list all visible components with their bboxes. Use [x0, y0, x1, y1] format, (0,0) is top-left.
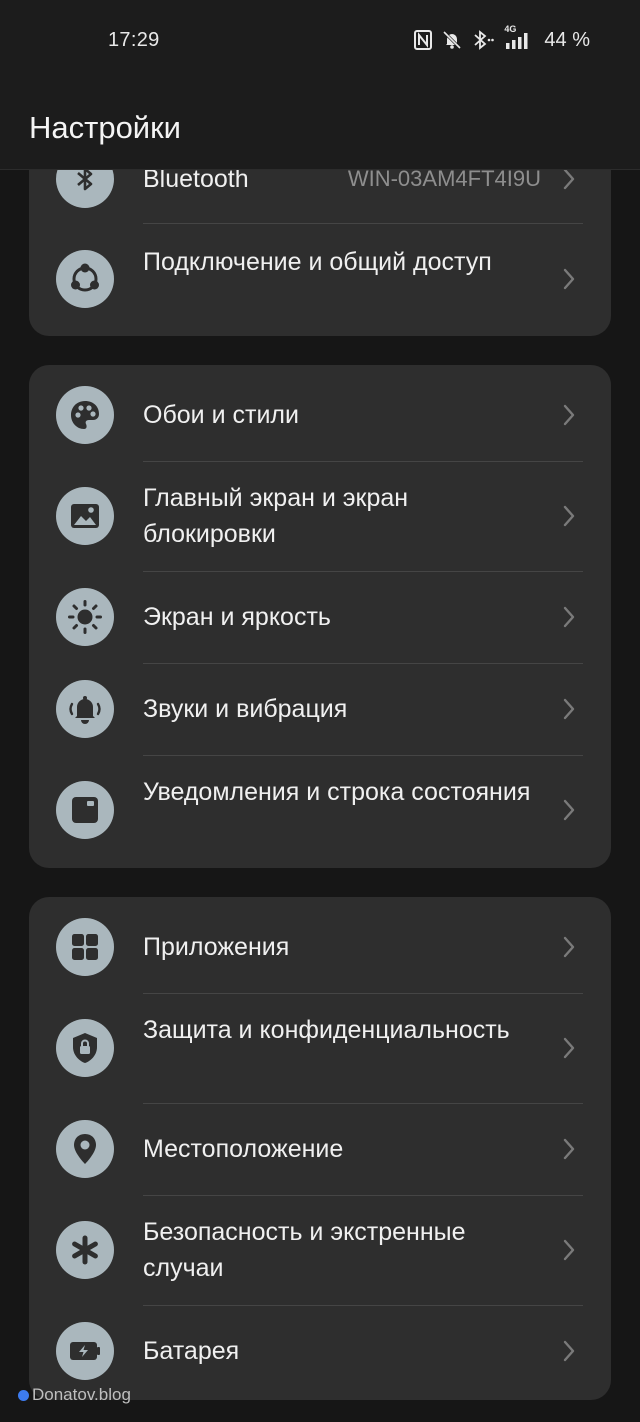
settings-item-wallpaper-styles[interactable]: Обои и стили	[29, 365, 611, 461]
settings-item-label: Обои и стили	[143, 401, 299, 429]
settings-item-label: Звуки и вибрация	[143, 695, 348, 723]
chevron-right-icon	[559, 1336, 579, 1366]
mute-notifications-icon	[442, 30, 462, 50]
image-icon	[56, 487, 114, 545]
settings-item-label: Подключение и общий доступ	[143, 248, 492, 276]
settings-item-label: Приложения	[143, 933, 290, 961]
settings-item-label: Батарея	[143, 1337, 240, 1365]
chevron-right-icon	[559, 170, 579, 194]
watermark: Donatov.blog	[18, 1385, 131, 1405]
settings-item-home-lock-screen[interactable]: Главный экран и экран блокировки	[29, 462, 611, 571]
location-pin-icon	[56, 1120, 114, 1178]
settings-item-label: Безопасность и экстренные случаи	[143, 1218, 466, 1282]
palette-icon	[56, 386, 114, 444]
chevron-right-icon	[559, 264, 579, 294]
settings-item-notifications-statusbar[interactable]: Уведомления и строка состояния	[29, 756, 611, 868]
bluetooth-icon	[56, 170, 114, 208]
shield-lock-icon	[56, 1019, 114, 1077]
title-bar: Настройки	[0, 82, 640, 170]
settings-item-label: Защита и конфиденциальность	[143, 1016, 510, 1044]
chevron-right-icon	[559, 501, 579, 531]
chevron-right-icon	[559, 1134, 579, 1164]
settings-group-display: Обои и стили Главный экран и экран блоки…	[29, 365, 611, 868]
signal-4g-icon: 4G	[504, 24, 532, 50]
watermark-dot-icon	[18, 1389, 29, 1401]
settings-item-label: Уведомления и строка состояния	[143, 778, 531, 806]
share-connection-icon	[56, 250, 114, 308]
watermark-text: Donatov.blog	[32, 1385, 131, 1404]
settings-item-label: Экран и яркость	[143, 603, 331, 631]
nfc-icon	[414, 30, 433, 50]
notification-icon	[56, 781, 114, 839]
apps-grid-icon	[56, 918, 114, 976]
status-time: 17:29	[108, 29, 160, 51]
page-title: Настройки	[29, 110, 182, 145]
settings-item-location[interactable]: Местоположение	[29, 1104, 611, 1195]
settings-group-system: Приложения Защита и конфиденциальность М…	[29, 897, 611, 1400]
settings-item-connection-sharing[interactable]: Подключение и общий доступ	[29, 224, 611, 336]
battery-percent: 44 %	[544, 28, 590, 51]
settings-item-protection-privacy[interactable]: Защита и конфиденциальность	[29, 994, 611, 1103]
brightness-icon	[56, 588, 114, 646]
settings-group-connectivity: Bluetooth WIN-03AM4FT4I9U Подключение и …	[29, 170, 611, 336]
settings-item-sounds-vibration[interactable]: Звуки и вибрация	[29, 664, 611, 755]
chevron-right-icon	[559, 1033, 579, 1063]
settings-item-label: Главный экран и экран блокировки	[143, 484, 409, 548]
chevron-right-icon	[559, 602, 579, 632]
bluetooth-icon	[472, 30, 495, 50]
settings-item-apps[interactable]: Приложения	[29, 897, 611, 993]
settings-item-display-brightness[interactable]: Экран и яркость	[29, 572, 611, 663]
network-type-label: 4G	[504, 24, 517, 34]
settings-item-value: WIN-03AM4FT4I9U	[347, 170, 541, 191]
chevron-right-icon	[559, 694, 579, 724]
status-bar: 17:29 4G 44 %	[0, 0, 640, 82]
settings-list[interactable]: Bluetooth WIN-03AM4FT4I9U Подключение и …	[0, 170, 640, 1422]
status-icons: 4G 44 %	[414, 24, 590, 53]
bell-vibrate-icon	[56, 680, 114, 738]
chevron-right-icon	[559, 932, 579, 962]
chevron-right-icon	[559, 1235, 579, 1265]
chevron-right-icon	[559, 400, 579, 430]
settings-item-safety-emergency[interactable]: Безопасность и экстренные случаи	[29, 1196, 611, 1305]
chevron-right-icon	[559, 795, 579, 825]
emergency-asterisk-icon	[56, 1221, 114, 1279]
settings-item-label: Местоположение	[143, 1135, 344, 1163]
battery-charging-icon	[56, 1322, 114, 1380]
settings-item-bluetooth[interactable]: Bluetooth WIN-03AM4FT4I9U	[29, 170, 611, 226]
